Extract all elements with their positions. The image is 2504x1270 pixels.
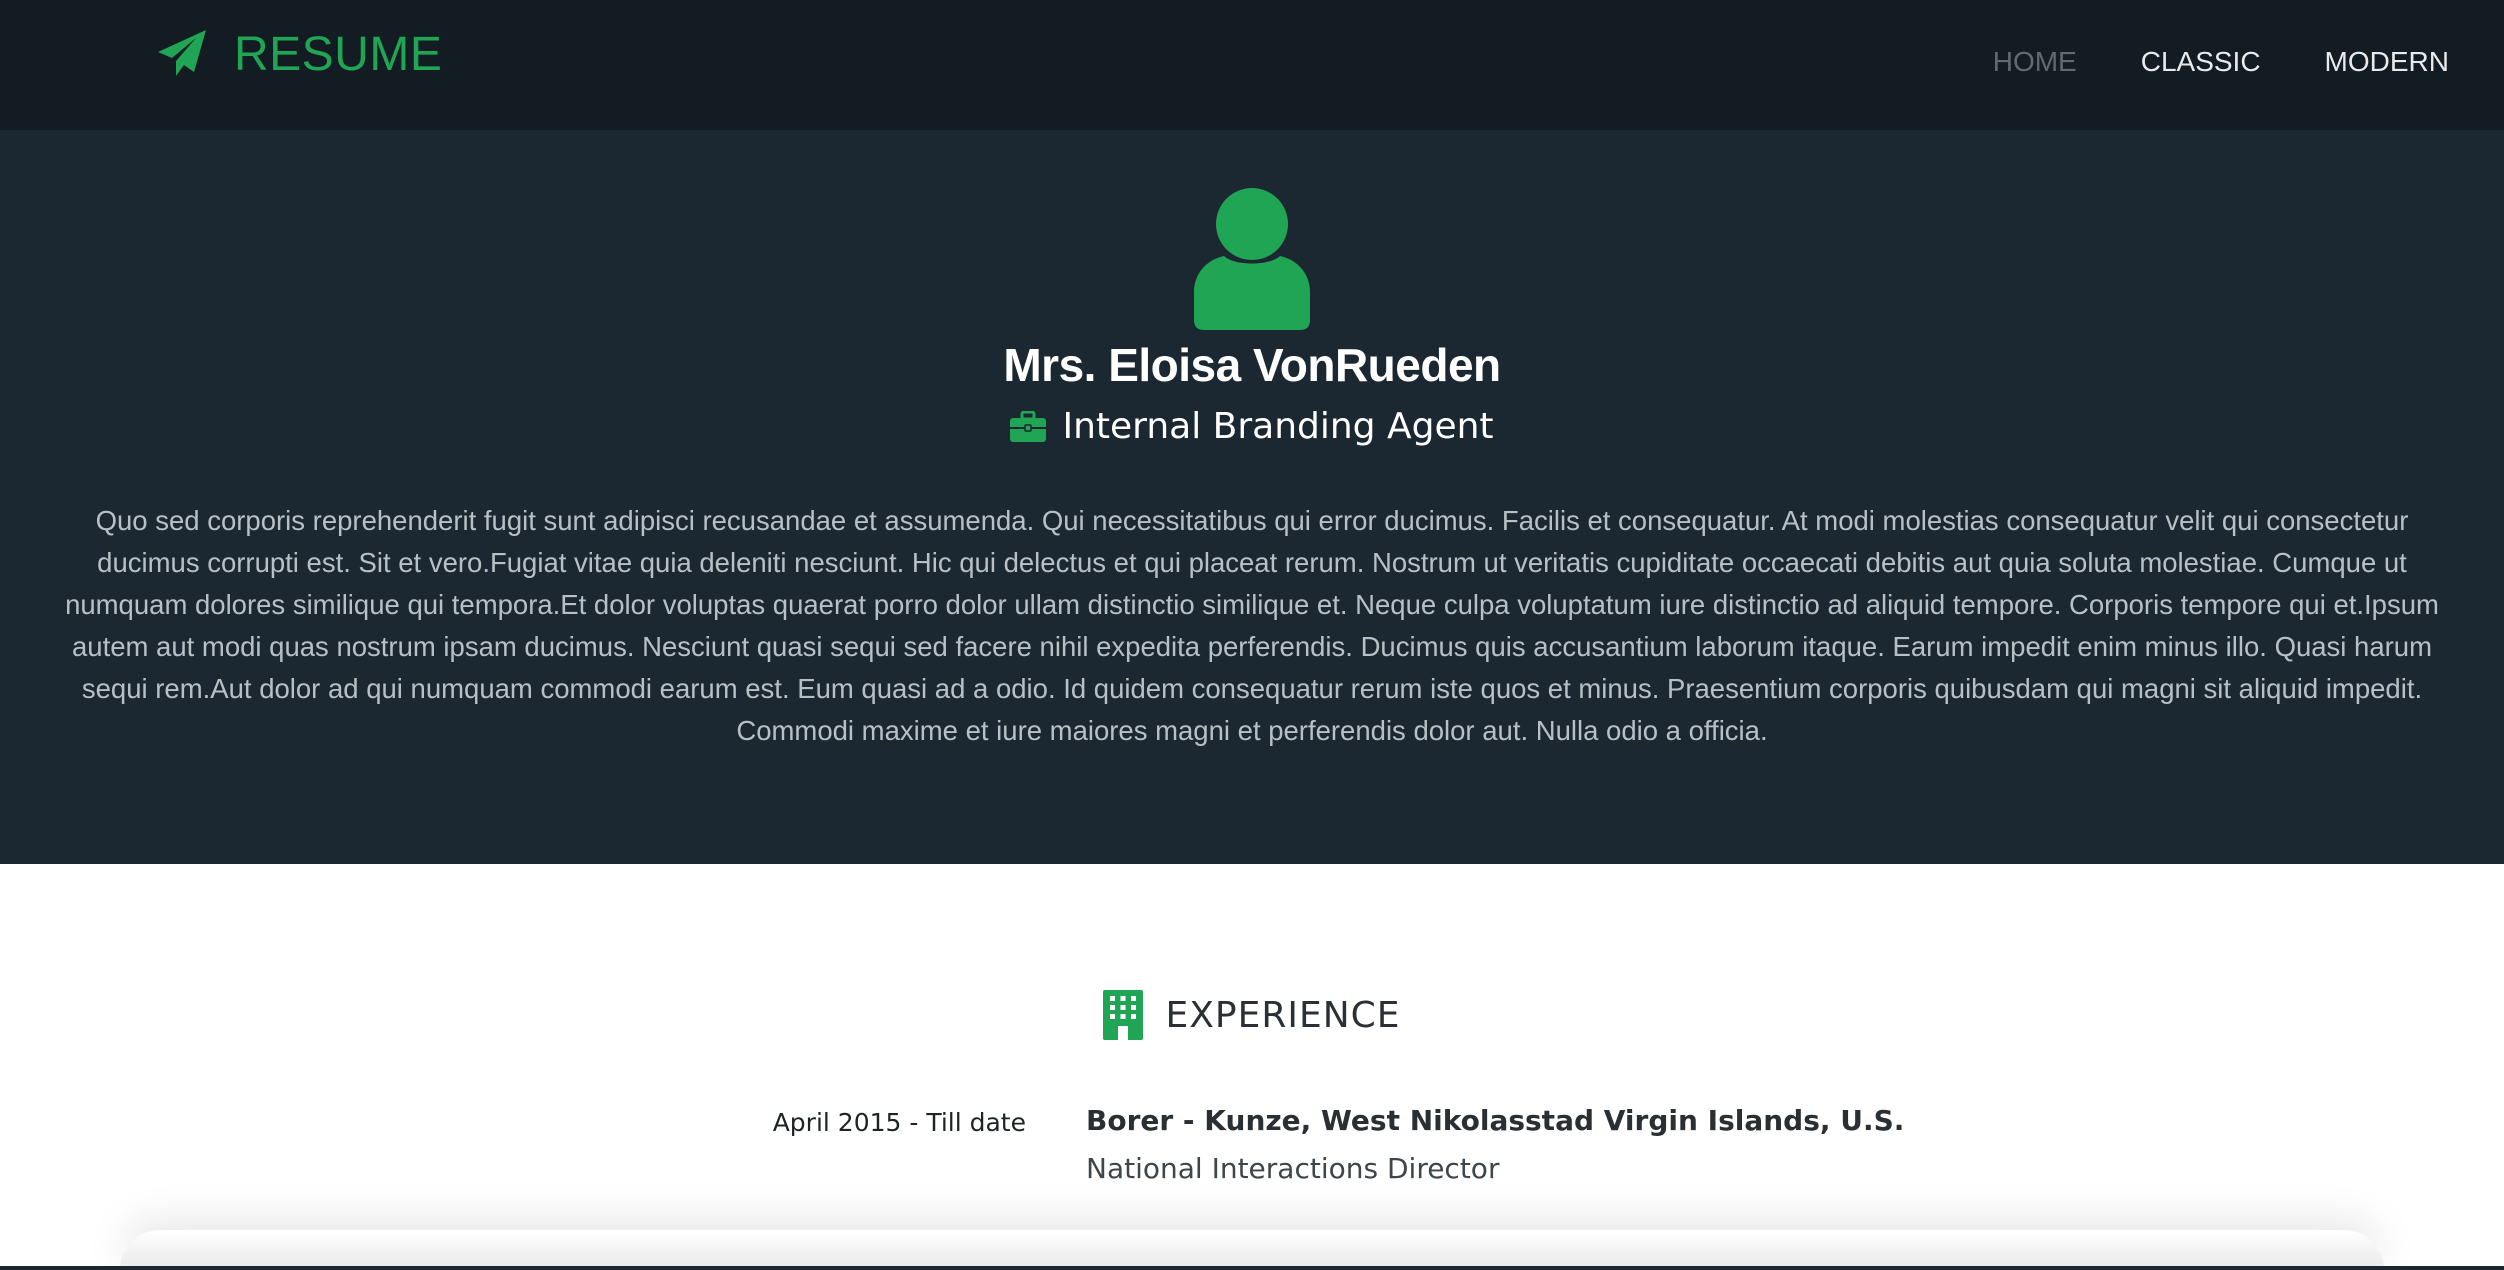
experience-role: National Interactions Director	[1086, 1152, 1500, 1185]
experience-heading: EXPERIENCE	[0, 990, 2504, 1040]
next-card-edge	[120, 1230, 2384, 1270]
paper-plane-icon	[158, 30, 206, 76]
briefcase-icon	[1010, 410, 1047, 442]
experience-company: Borer - Kunze, West Nikolasstad Virgin I…	[1086, 1104, 1905, 1137]
profile-name: Mrs. Eloisa VonRueden	[1003, 339, 1501, 391]
brand-title: RESUME	[234, 27, 443, 81]
brand-link[interactable]: RESUME	[156, 22, 442, 86]
main-nav: HOME CLASSIC MODERN	[1993, 40, 2449, 84]
nav-classic[interactable]: CLASSIC	[2141, 40, 2261, 84]
bottom-divider	[0, 1266, 2504, 1270]
nav-home[interactable]: HOME	[1993, 40, 2077, 84]
profile-header: Mrs. Eloisa VonRueden Internal Branding …	[0, 130, 2504, 864]
building-icon	[1103, 990, 1144, 1040]
profile-bio: Quo sed corporis reprehenderit fugit sun…	[65, 505, 2439, 746]
job-title: Internal Branding Agent	[1062, 406, 1494, 447]
top-navbar: RESUME HOME CLASSIC MODERN	[0, 0, 2504, 130]
nav-modern[interactable]: MODERN	[2325, 40, 2449, 84]
experience-date: April 2015 - Till date	[772, 1108, 1026, 1137]
experience-title: EXPERIENCE	[1165, 994, 1401, 1036]
job-title-row: Internal Branding Agent	[0, 406, 2504, 447]
user-icon	[1194, 188, 1310, 330]
